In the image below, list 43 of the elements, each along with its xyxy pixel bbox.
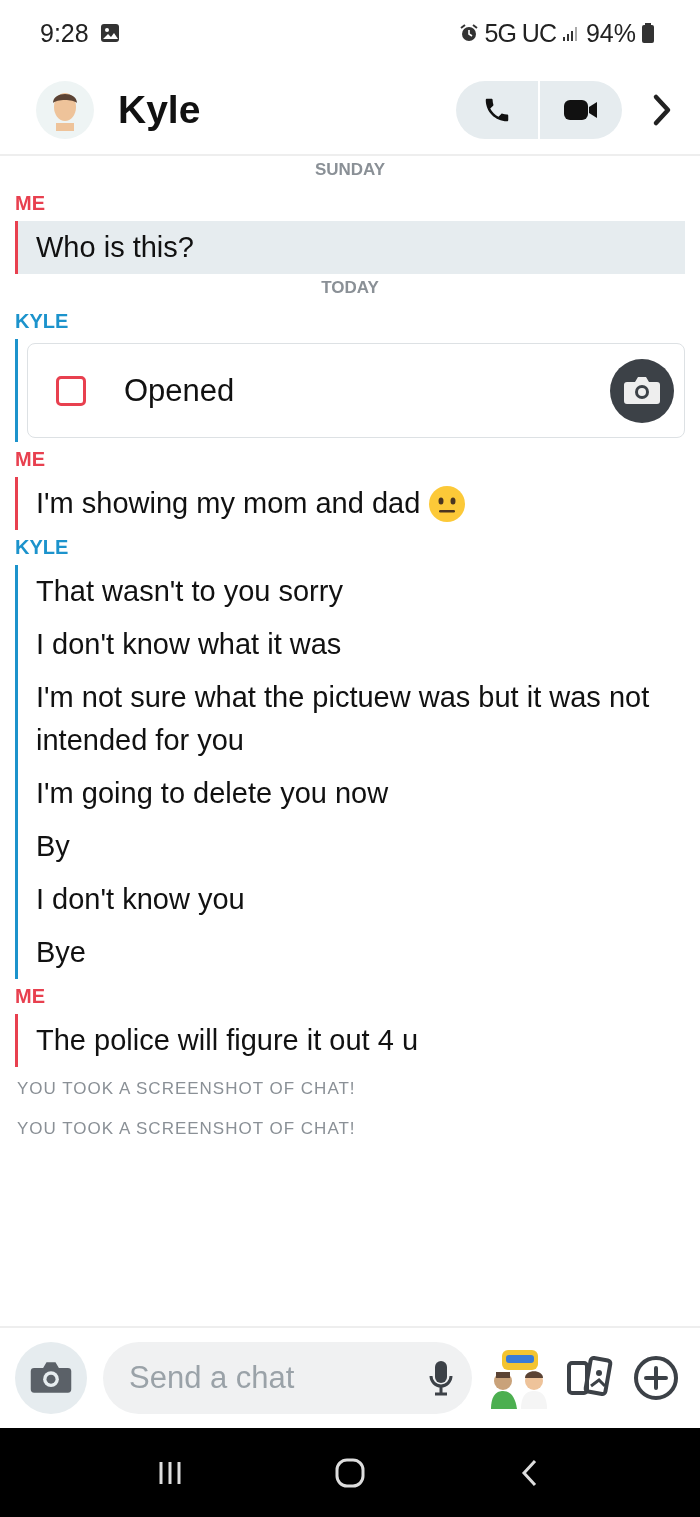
snap-status-text: Opened bbox=[124, 372, 235, 409]
message-text: That wasn't to you sorry bbox=[35, 574, 343, 609]
network-label: 5G UC bbox=[484, 18, 556, 48]
screenshot-notice: YOU TOOK A SCREENSHOT OF CHAT! bbox=[17, 1119, 357, 1139]
battery-level: 94% bbox=[585, 18, 636, 48]
message-text: I'm not sure what the pictuew was but it was not intended for you bbox=[35, 680, 651, 758]
date-divider: TODAY bbox=[320, 278, 380, 298]
avatar-icon bbox=[36, 81, 94, 139]
contact-name[interactable]: Kyle bbox=[118, 88, 201, 132]
chat-input-field[interactable]: Send a chat bbox=[103, 1342, 472, 1414]
screenshot-notice: YOU TOOK A SCREENSHOT OF CHAT! bbox=[17, 1079, 357, 1099]
sender-name: ME bbox=[15, 985, 46, 1008]
sender-name: KYLE bbox=[15, 536, 70, 559]
image-icon bbox=[98, 22, 121, 44]
camera-icon bbox=[29, 1360, 73, 1396]
message-text: The police will figure it out 4 u bbox=[35, 1023, 419, 1058]
sender-name: KYLE bbox=[15, 310, 70, 333]
message-text: I don't know you bbox=[35, 882, 245, 917]
snap-status-icon bbox=[56, 375, 86, 406]
snap-card[interactable]: Opened bbox=[27, 343, 685, 438]
status-time: 9:28 bbox=[40, 18, 89, 48]
sender-name: ME bbox=[15, 192, 46, 215]
video-camera-icon bbox=[563, 97, 599, 123]
plus-icon[interactable] bbox=[632, 1354, 680, 1402]
message-text: I don't know what it was bbox=[35, 627, 342, 662]
battery-icon bbox=[642, 23, 654, 43]
message-text: Bye bbox=[35, 935, 86, 970]
home-icon[interactable] bbox=[334, 1456, 366, 1489]
message-text: Who is this? bbox=[18, 221, 685, 274]
microphone-icon[interactable] bbox=[428, 1359, 454, 1397]
camera-icon bbox=[623, 374, 661, 407]
sender-bar bbox=[15, 221, 18, 274]
message-text: By bbox=[35, 829, 70, 864]
sender-bar bbox=[15, 477, 18, 530]
message-text: I'm going to delete you now bbox=[35, 776, 389, 811]
date-divider: SUNDAY bbox=[313, 160, 387, 180]
call-button[interactable] bbox=[456, 81, 538, 139]
sender-bar bbox=[15, 1014, 18, 1067]
video-call-button[interactable] bbox=[540, 81, 622, 139]
message-text: I'm showing my mom and dad bbox=[35, 486, 421, 521]
signal-icon bbox=[561, 24, 580, 42]
alarm-icon bbox=[458, 23, 479, 43]
sender-name: ME bbox=[15, 448, 46, 471]
